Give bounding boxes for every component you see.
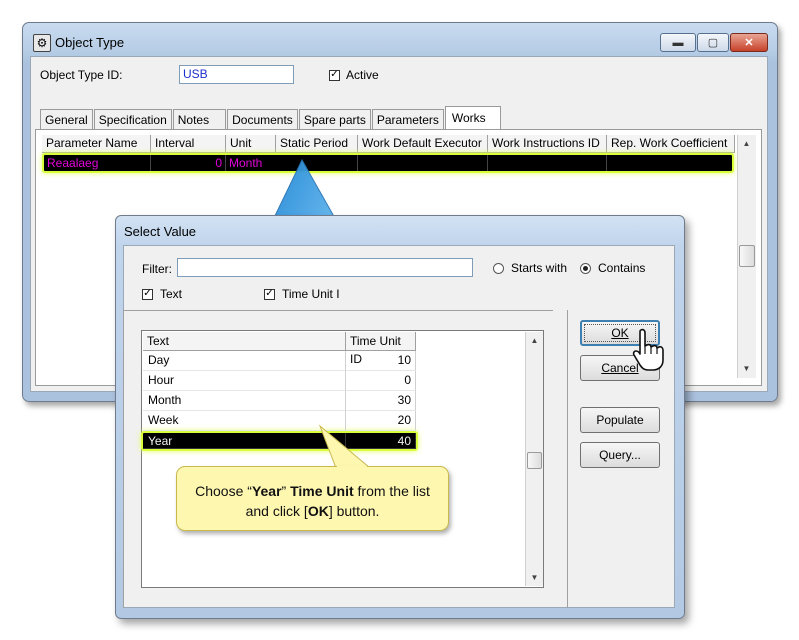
col-work-instructions-id[interactable]: Work Instructions ID — [488, 135, 607, 153]
minimize-icon: ▬ — [672, 36, 684, 49]
tab-parameters[interactable]: Parameters — [371, 109, 444, 129]
text-column-checkbox[interactable]: ✓ — [142, 288, 153, 300]
tab-bar: General Specification Notes Documents Sp… — [40, 106, 502, 129]
callout-pointer — [318, 424, 372, 469]
ok-button-label: OK — [611, 326, 629, 340]
query-button-label: Query... — [599, 448, 641, 462]
list-row-hour[interactable]: Hour 0 — [143, 371, 418, 391]
populate-button[interactable]: Populate — [580, 407, 660, 433]
active-label: Active — [346, 68, 379, 82]
list-cell-id: 10 — [346, 351, 416, 371]
query-button[interactable]: Query... — [580, 442, 660, 468]
callout-text: ] button. — [328, 503, 380, 519]
object-type-id-label: Object Type ID: — [40, 68, 123, 82]
text-column-option[interactable]: ✓ Text — [142, 287, 182, 301]
scroll-thumb[interactable] — [739, 245, 755, 267]
populate-button-label: Populate — [596, 413, 644, 427]
tab-documents[interactable]: Documents — [227, 109, 298, 129]
callout-bold: Time Unit — [290, 483, 354, 499]
text-column-label: Text — [160, 287, 183, 301]
active-checkbox-group[interactable]: ✓ Active — [329, 68, 379, 82]
object-type-id-field[interactable]: USB — [179, 65, 294, 84]
scroll-up-icon[interactable]: ▲ — [738, 135, 755, 152]
value-list-header: Text Time Unit ID — [143, 332, 416, 366]
contains-label: Contains — [598, 261, 646, 275]
dialog-title: Select Value — [124, 224, 197, 239]
maximize-button[interactable]: ▢ — [697, 33, 729, 52]
close-button[interactable]: ✕ — [730, 33, 768, 52]
works-grid-scrollbar[interactable]: ▲ ▼ — [737, 135, 756, 378]
col-parameter-name[interactable]: Parameter Name — [42, 135, 151, 153]
callout-text: ” — [281, 483, 291, 499]
col-interval[interactable]: Interval — [151, 135, 226, 153]
window-title: Object Type — [55, 35, 125, 50]
instruction-callout: Choose “Year” Time Unit from the list an… — [176, 466, 449, 531]
filter-input[interactable] — [177, 258, 473, 277]
scroll-up-icon[interactable]: ▲ — [526, 332, 543, 349]
contains-radio[interactable] — [580, 262, 591, 274]
tab-specification[interactable]: Specification — [93, 109, 172, 129]
col-rep-work-coefficient[interactable]: Rep. Work Coefficient — [607, 135, 735, 153]
row-divider — [606, 155, 607, 171]
object-type-app-icon: ⚙ — [33, 34, 51, 52]
scroll-thumb[interactable] — [527, 452, 542, 469]
scroll-down-icon[interactable]: ▼ — [738, 360, 755, 377]
contains-option[interactable]: Contains — [580, 261, 645, 275]
time-unit-column-checkbox[interactable]: ✓ — [264, 288, 275, 300]
filter-label: Filter: — [142, 262, 172, 276]
callout-text: Choose “ — [195, 483, 252, 499]
list-cell-text: Week — [143, 411, 346, 431]
col-time-unit-id[interactable]: Time Unit ID — [346, 332, 416, 366]
row-divider — [487, 155, 488, 171]
list-cell-text: Day — [143, 351, 346, 371]
active-checkbox[interactable]: ✓ — [329, 69, 340, 81]
list-row-day[interactable]: Day 10 — [143, 351, 418, 371]
works-grid-header: Parameter Name Interval Unit Static Peri… — [42, 135, 735, 153]
starts-with-label: Starts with — [511, 261, 568, 275]
close-icon: ✕ — [744, 37, 754, 49]
window-app-icon-wrap: ⚙ — [31, 33, 51, 53]
starts-with-option[interactable]: Starts with — [493, 261, 567, 275]
value-list-scrollbar[interactable]: ▲ ▼ — [525, 332, 543, 586]
callout-bold: OK — [307, 503, 329, 519]
row-divider — [225, 155, 226, 171]
list-row-month[interactable]: Month 30 — [143, 391, 418, 411]
hand-pointer-icon — [632, 328, 664, 371]
tab-notes[interactable]: Notes — [172, 109, 227, 129]
row-interval: 0 — [215, 156, 222, 170]
list-cell-text: Month — [143, 391, 346, 411]
tab-general[interactable]: General — [40, 109, 93, 129]
time-unit-column-label: Time Unit I — [282, 287, 340, 301]
scroll-down-icon[interactable]: ▼ — [526, 569, 543, 586]
time-unit-column-option[interactable]: ✓ Time Unit I — [264, 287, 340, 301]
works-grid-row[interactable] — [42, 153, 734, 173]
maximize-icon: ▢ — [707, 37, 719, 49]
list-cell-text: Year — [143, 433, 346, 449]
col-text[interactable]: Text — [143, 332, 346, 351]
button-panel-divider — [567, 310, 568, 608]
starts-with-radio[interactable] — [493, 262, 504, 274]
list-cell-text: Hour — [143, 371, 346, 391]
col-work-default-executor[interactable]: Work Default Executor — [358, 135, 488, 153]
list-cell-id: 0 — [346, 371, 416, 391]
row-parameter-name: Reaalaeg — [47, 156, 99, 170]
callout-join — [337, 466, 367, 468]
tab-works[interactable]: Works — [444, 106, 501, 129]
callout-bold: Year — [251, 483, 282, 499]
tab-spare-parts[interactable]: Spare parts — [298, 109, 371, 129]
minimize-button[interactable]: ▬ — [660, 33, 696, 52]
list-cell-id: 30 — [346, 391, 416, 411]
